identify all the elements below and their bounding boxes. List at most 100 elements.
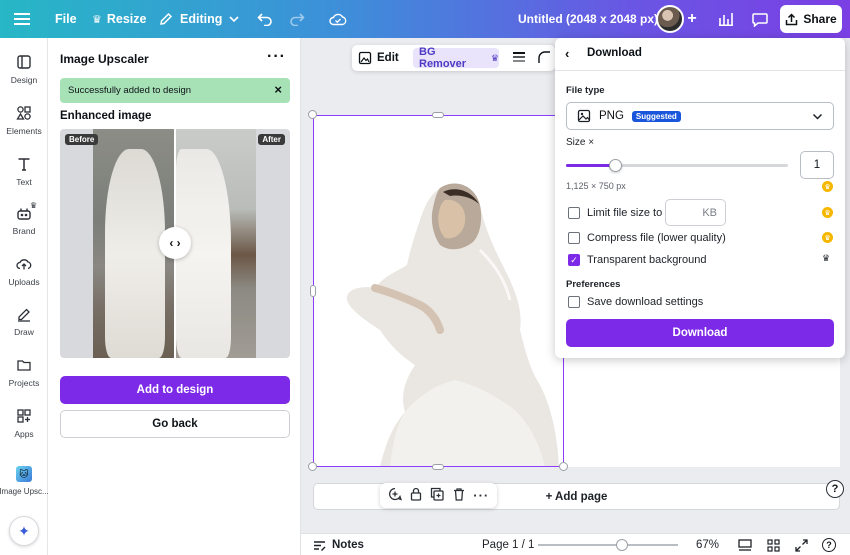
comparison-slider-handle[interactable]: ‹ › [159,227,191,259]
sidebar-item-brand[interactable]: Brand ♛ [0,201,48,249]
resize-handle-bl[interactable] [308,462,317,471]
sidebar-item-uploads[interactable]: Uploads [0,254,48,300]
sidebar-item-draw[interactable]: Draw [0,304,48,350]
preferences-label: Preferences [566,279,621,290]
transparent-background-option[interactable]: ✓ Transparent background [568,252,706,268]
add-to-design-button[interactable]: Add to design [60,376,290,404]
notes-label: Notes [332,539,364,551]
resize-button[interactable]: ♛ Resize [92,0,146,38]
share-label: Share [803,12,837,26]
insights-button[interactable] [711,0,741,38]
crown-icon: ♛ [30,201,38,210]
bottom-bar: Notes Page 1 / 1 67% ? [301,533,850,555]
crown-icon: ♛ [822,207,833,218]
projects-icon [17,360,31,371]
cloud-save-status[interactable] [323,0,353,38]
more-options-icon[interactable]: ··· [473,488,489,503]
before-subject [105,149,165,358]
share-button[interactable]: Share [780,5,842,33]
sidebar-item-apps[interactable]: Apps [0,406,48,452]
compress-file-option[interactable]: Compress file (lower quality) [568,230,726,246]
pages-view-button[interactable] [735,534,755,555]
chevron-down-icon [812,113,823,120]
chevron-left-right-icon: ‹ › [169,236,181,250]
back-chevron-icon[interactable]: ‹ [565,46,569,61]
notes-icon [314,540,326,551]
sidebar-item-label: Draw [14,327,34,337]
zoom-level[interactable]: 67% [696,534,719,555]
close-icon[interactable]: × [274,82,282,97]
add-collaborator-button[interactable]: + [677,0,707,38]
editing-mode-dropdown[interactable]: Editing [159,0,239,38]
crown-icon: ♛ [92,13,102,26]
sidebar-item-image-upscaler[interactable]: 🐱 Image Upsc... [0,466,49,512]
help-button[interactable]: ? [826,480,844,498]
page-indicator[interactable]: Page 1 / 1 [482,534,534,555]
limit-file-size-option[interactable]: Limit file size to [568,205,662,221]
sparkle-icon: ✦ [18,522,30,539]
save-download-settings-option[interactable]: Save download settings [568,294,703,310]
transparent-background-label: Transparent background [587,254,707,266]
border-style-button[interactable] [512,50,526,67]
more-options-icon[interactable]: ··· [267,48,286,66]
size-slider-track[interactable] [566,164,788,167]
zoom-slider-track[interactable] [538,544,678,546]
grid-view-button[interactable] [763,534,783,555]
pencil-icon [160,12,173,25]
resize-handle-left[interactable] [310,285,316,297]
size-slider-thumb[interactable] [608,159,622,172]
image-upscaler-app-icon: 🐱 [16,466,32,482]
magic-assistant-button[interactable]: ✦ [9,516,39,546]
redo-button[interactable] [282,0,312,38]
file-type-value: PNG [599,110,624,122]
success-toast: Successfully added to design × [60,78,290,103]
sidebar-item-projects[interactable]: Projects [0,355,48,401]
text-icon [18,158,30,171]
fullscreen-button[interactable] [791,534,811,555]
transparent-background-checkbox[interactable]: ✓ [568,254,580,266]
comment-icon [752,12,768,27]
lock-icon[interactable] [409,487,423,504]
resize-handle-br[interactable] [559,462,568,471]
trash-icon[interactable] [452,487,466,504]
comments-button[interactable] [745,0,775,38]
top-bar: File ♛ Resize Editing Untitled (2048 x 2… [0,0,850,38]
edit-image-button[interactable]: Edit [358,45,399,71]
resize-handle-tl[interactable] [308,110,317,119]
corner-rounding-icon [538,51,550,63]
download-button[interactable]: Download [566,319,834,347]
border-lines-icon [513,52,525,62]
undo-button[interactable] [250,0,280,38]
sidebar-item-design[interactable]: Design [0,52,48,98]
corner-rounding-button[interactable] [537,50,551,67]
limit-file-size-checkbox[interactable] [568,207,580,219]
before-after-comparison[interactable]: ‹ › Before After [60,129,290,358]
comment-add-icon[interactable] [388,487,402,504]
help-center-button[interactable]: ? [819,534,839,555]
go-back-button[interactable]: Go back [60,410,290,438]
file-size-kb-input[interactable]: KB [665,199,726,226]
save-settings-checkbox[interactable] [568,296,580,308]
output-dimensions: 1,125 × 750 px [566,181,626,191]
document-title[interactable]: Untitled (2048 x 2048 px) [518,0,658,38]
zoom-slider-thumb[interactable] [616,539,628,551]
sidebar-item-label: Design [10,75,38,85]
selection-frame[interactable] [313,115,564,467]
uploads-icon [16,259,32,270]
sidebar-item-text[interactable]: Text [0,154,48,200]
resize-handle-top[interactable] [432,112,444,118]
notes-button[interactable]: Notes [313,534,364,555]
file-type-select[interactable]: PNG Suggested [566,102,834,130]
bar-chart-icon [719,13,733,26]
menu-button[interactable] [14,0,30,38]
size-value-input[interactable]: 1 [800,151,834,179]
limit-file-size-label: Limit file size to [587,207,663,219]
sidebar-item-elements[interactable]: Elements [0,103,48,149]
divider [555,70,845,71]
sidebar-item-label: Image Upsc... [0,487,49,496]
bg-remover-button[interactable]: BG Remover ♛ [413,46,499,70]
file-menu[interactable]: File [55,0,77,38]
duplicate-icon[interactable] [430,487,445,504]
resize-handle-bottom[interactable] [432,464,444,470]
compress-file-checkbox[interactable] [568,232,580,244]
